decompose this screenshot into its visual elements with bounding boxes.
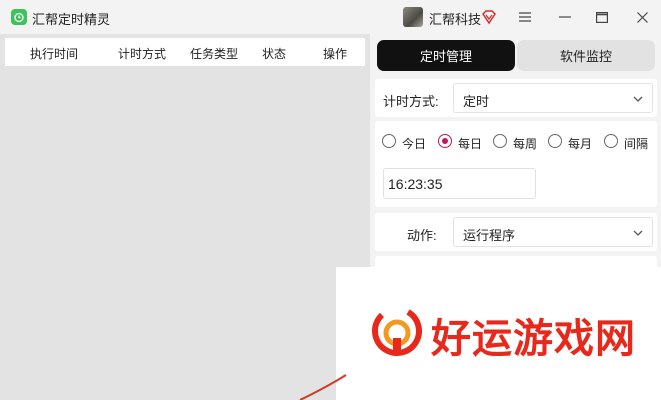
close-icon[interactable] xyxy=(630,5,654,29)
column-header-status[interactable]: 状态 xyxy=(262,45,286,62)
column-header-task-type[interactable]: 任务类型 xyxy=(190,45,238,62)
title-bar: 汇帮定时精灵 汇帮科技 xyxy=(0,0,661,34)
radio-interval[interactable] xyxy=(604,134,618,148)
radio-daily-label[interactable]: 每日 xyxy=(458,135,482,152)
action-select[interactable]: 运行程序 xyxy=(453,217,653,247)
action-value: 运行程序 xyxy=(463,228,516,243)
watermark-logo-icon xyxy=(372,306,422,356)
timer-mode-select[interactable]: 定时 xyxy=(453,83,653,113)
app-clock-icon xyxy=(11,9,27,25)
vip-diamond-icon[interactable] xyxy=(481,9,497,25)
timer-mode-card: 计时方式: 定时 xyxy=(375,79,657,117)
timer-mode-value: 定时 xyxy=(463,94,490,109)
radio-weekly-label[interactable]: 每周 xyxy=(513,135,537,152)
user-avatar[interactable] xyxy=(403,7,423,27)
timer-mode-label: 计时方式: xyxy=(383,94,439,109)
radio-interval-label[interactable]: 间隔 xyxy=(624,135,648,152)
task-table-header: 执行时间 计时方式 任务类型 状态 操作 xyxy=(5,38,365,66)
minimize-icon[interactable] xyxy=(553,5,577,29)
tab-schedule-management[interactable]: 定时管理 xyxy=(377,40,515,71)
time-value: 16:23:35 xyxy=(388,176,443,192)
task-list-panel: 执行时间 计时方式 任务类型 状态 操作 xyxy=(0,34,370,400)
radio-monthly[interactable] xyxy=(548,134,562,148)
action-card: 动作: 运行程序 xyxy=(375,213,657,251)
company-name[interactable]: 汇帮科技 xyxy=(429,9,481,28)
chevron-down-icon xyxy=(633,96,643,102)
column-header-exec-time[interactable]: 执行时间 xyxy=(30,45,78,62)
app-title: 汇帮定时精灵 xyxy=(32,12,111,27)
maximize-icon[interactable] xyxy=(590,5,614,29)
radio-daily[interactable] xyxy=(438,134,452,148)
action-label: 动作: xyxy=(407,228,437,243)
radio-weekly[interactable] xyxy=(493,134,507,148)
watermark-text: 好运游戏网 xyxy=(431,316,636,362)
menu-icon[interactable] xyxy=(513,5,537,29)
column-header-action[interactable]: 操作 xyxy=(323,45,347,62)
tab-software-monitor[interactable]: 软件监控 xyxy=(517,40,655,71)
radio-monthly-label[interactable]: 每月 xyxy=(568,135,592,152)
time-input[interactable]: 16:23:35 xyxy=(383,168,536,199)
chevron-down-icon xyxy=(633,230,643,236)
radio-today-label[interactable]: 今日 xyxy=(402,135,426,152)
column-header-timer-mode[interactable]: 计时方式 xyxy=(118,45,166,62)
radio-today[interactable] xyxy=(382,134,396,148)
